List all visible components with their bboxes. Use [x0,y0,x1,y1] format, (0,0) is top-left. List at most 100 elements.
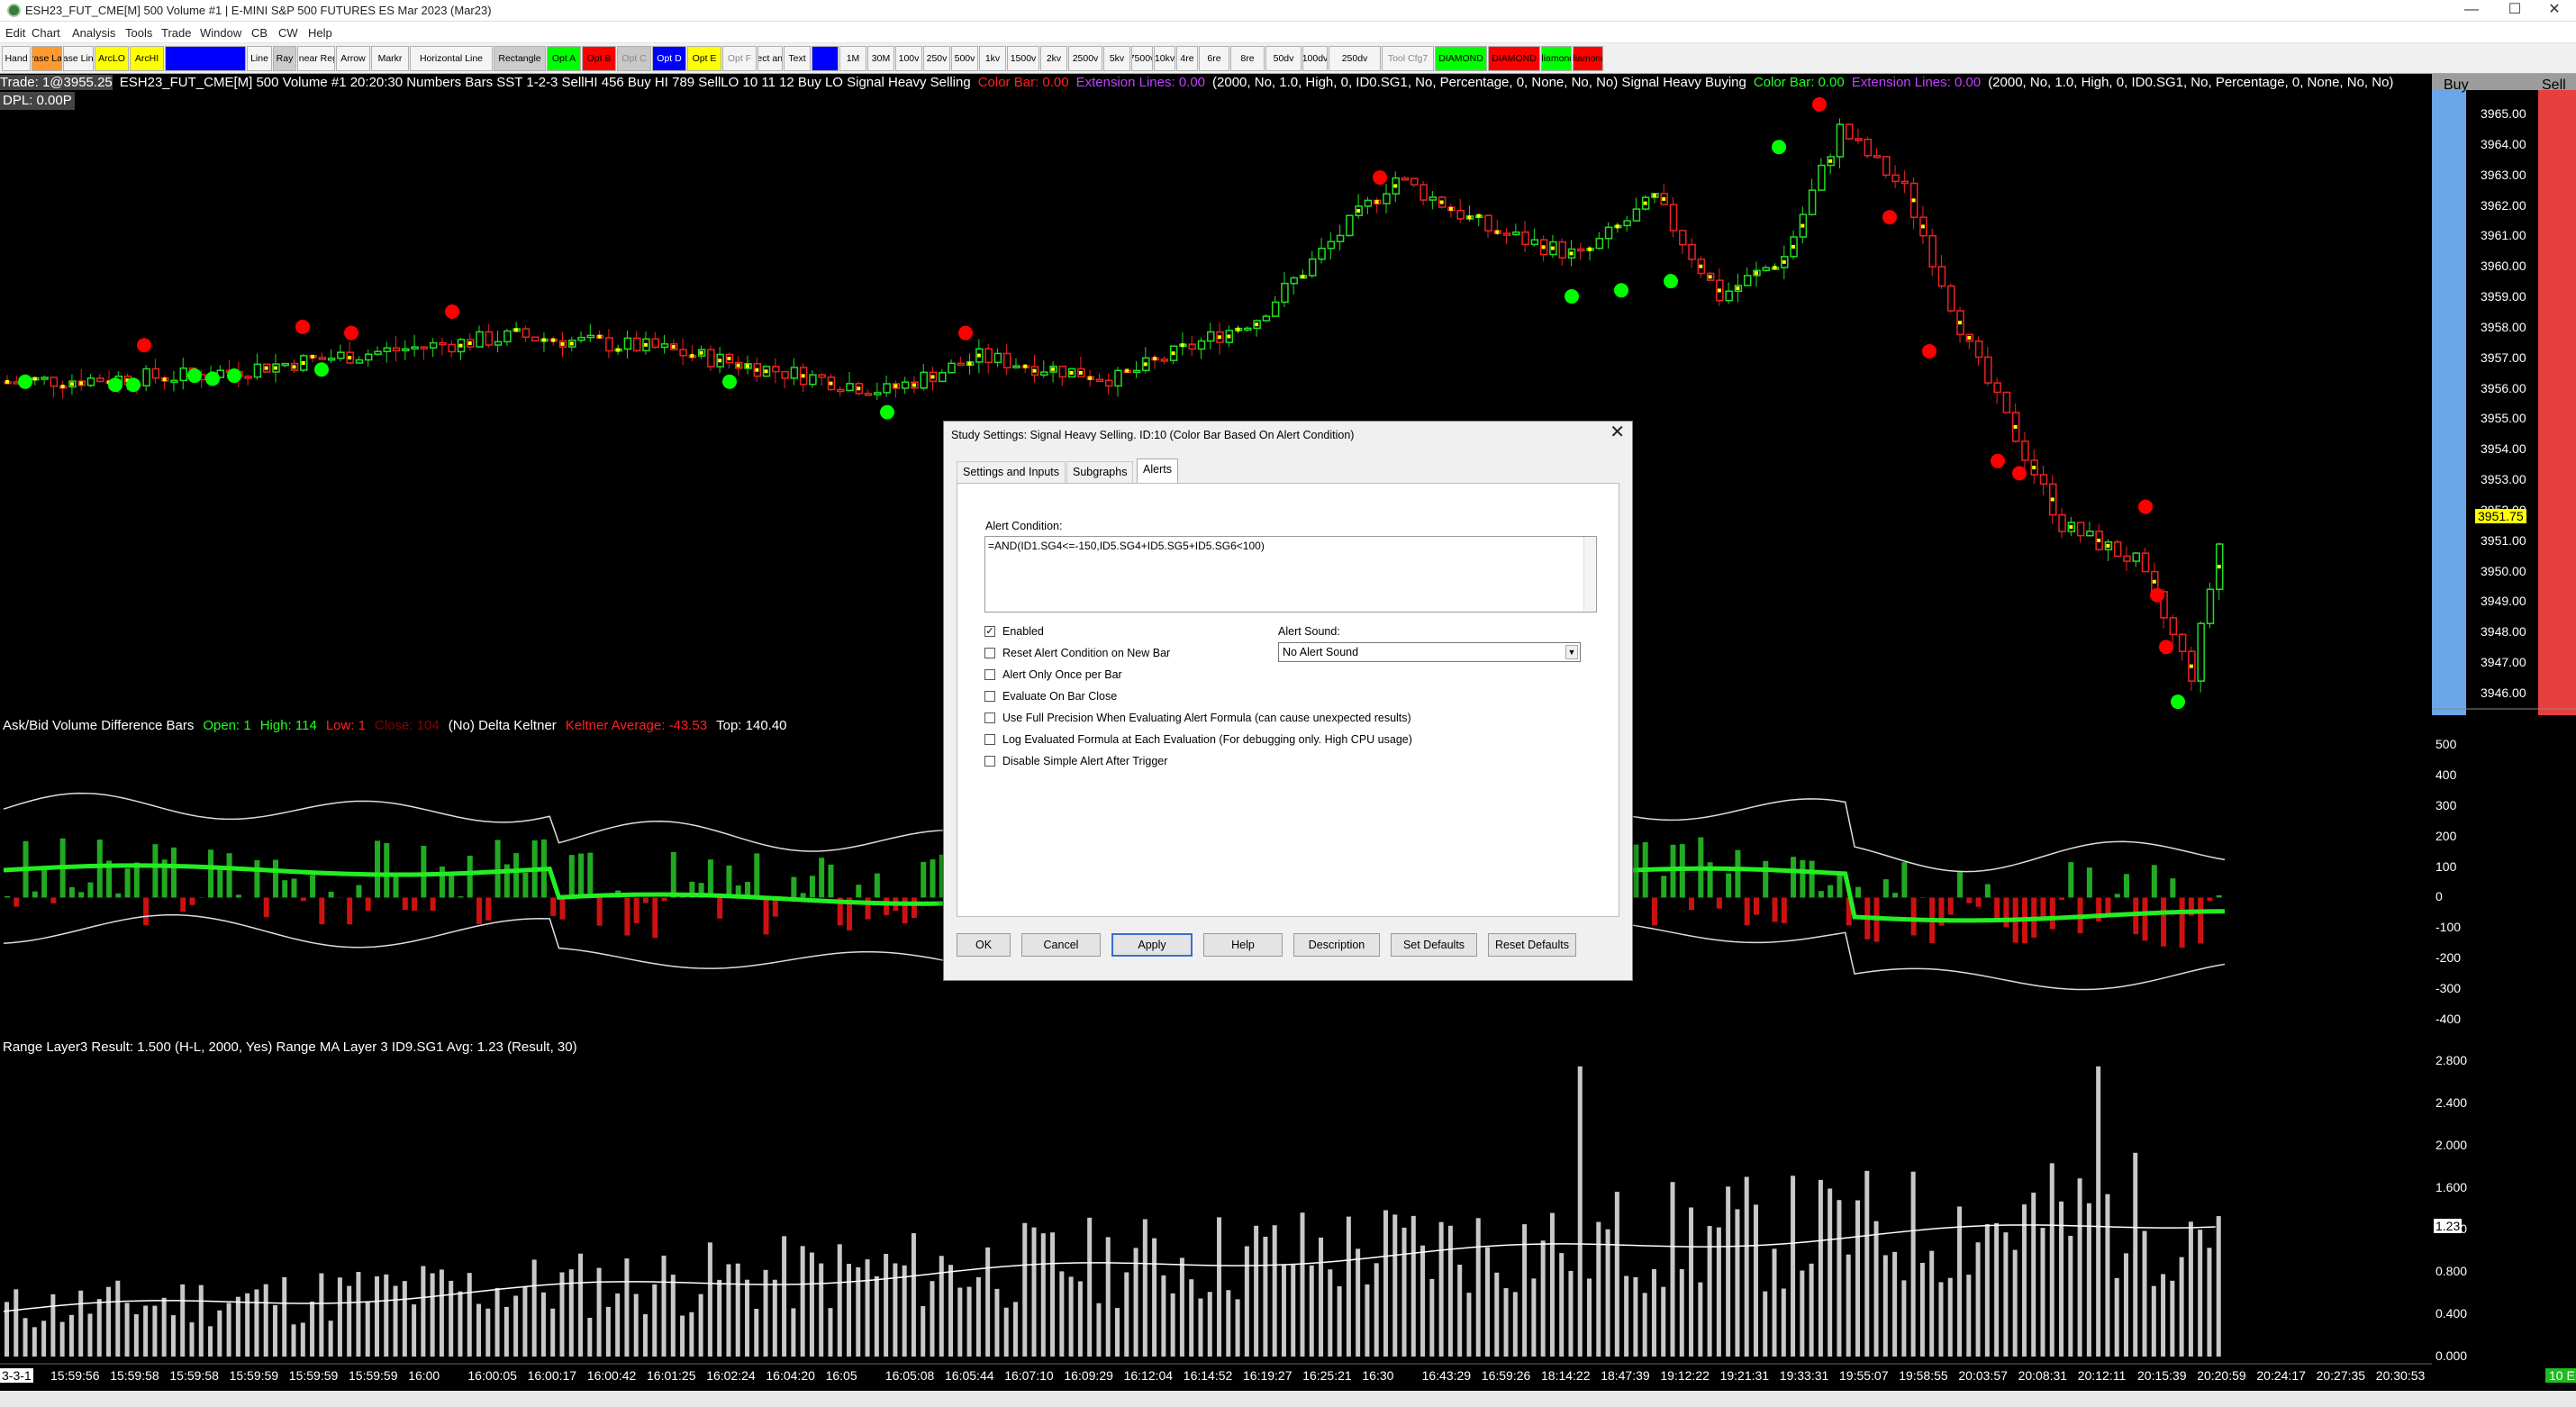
toolbar-button-250dv[interactable]: 250dv [1329,46,1381,71]
tab-subgraphs[interactable]: Subgraphs [1066,461,1134,483]
delta-bar [1772,897,1778,922]
sell-label[interactable]: Sell [2542,77,2566,94]
menu-trade[interactable]: Trade [161,26,191,40]
toolbar-button-1500v[interactable]: 1500v [1007,46,1039,71]
dialog-close-button[interactable]: ✕ [1610,423,1625,441]
toolbar-button-2kv[interactable]: 2kv [1040,46,1067,71]
apply-button[interactable]: Apply [1111,933,1193,957]
toolbar-button-erase-lines[interactable]: Erase Lines [63,46,94,71]
toolbar-button-linear-regr[interactable]: Linear Regr [297,46,335,71]
time-label: 16:00:42 [586,1368,637,1383]
tab-alerts[interactable]: Alerts [1137,458,1178,484]
toolbar-button-opt-f[interactable]: Opt F [722,46,757,71]
toolbar-button-horizontal-line[interactable]: Horizontal Line [410,46,493,71]
price-bar [1632,208,1641,222]
range-bar [1263,1236,1268,1357]
toolbar-button-diamond[interactable]: diamond [1573,46,1603,71]
delta-bar [1975,897,1982,907]
toolbar-button-toolbar[interactable]: Toolbar [812,46,839,71]
horizontal-scrollbar[interactable] [0,1391,2576,1407]
ok-button[interactable]: OK [957,933,1011,957]
toolbar-button-ray[interactable]: Ray [273,46,296,71]
alert-condition-input[interactable]: =AND(ID1.SG4<=-150,ID5.SG4+ID5.SG5+ID5.S… [984,536,1597,613]
toolbar-button-7500v[interactable]: 7500v [1131,46,1153,71]
tab-settings-and-inputs[interactable]: Settings and Inputs [957,461,1066,483]
menu-cb[interactable]: CB [251,26,268,40]
alert-once-checkbox[interactable]: Alert Only Once per Bar [984,668,1122,681]
toolbar-button-diamond[interactable]: DIAMOND [1488,46,1540,71]
toolbar-button-toggle-bar-ptrn[interactable]: Toggle Bar Ptrn [165,46,246,71]
enabled-checkbox[interactable]: ✓ Enabled [984,625,1044,638]
set-defaults-button[interactable]: Set Defaults [1391,933,1477,957]
delta-bar [282,880,288,898]
buy-label[interactable]: Buy [2444,77,2469,94]
menu-analysis[interactable]: Analysis [72,26,115,40]
toolbar-button-hand[interactable]: Hand [2,46,31,71]
toolbar-button-8re[interactable]: 8re [1230,46,1265,71]
maximize-button[interactable]: ☐ [2495,0,2535,22]
menu-window[interactable]: Window [200,26,241,40]
toolbar-button-50dv[interactable]: 50dv [1265,46,1302,71]
alert-sound-select[interactable]: No Alert Sound ▼ [1278,642,1581,662]
toolbar-button-archi[interactable]: ArcHI [130,46,164,71]
toolbar-button-arrow[interactable]: Arrow [336,46,370,71]
toolbar-button-opt-a[interactable]: Opt A [547,46,581,71]
toolbar-button-4re[interactable]: 4re [1176,46,1198,71]
close-window-button[interactable]: ✕ [2535,0,2574,22]
toolbar-button-line[interactable]: Line [247,46,272,71]
toolbar-button-tool-cfg7[interactable]: Tool Cfg7 [1382,46,1434,71]
delta-bar [115,893,122,898]
range-bar [1531,1278,1537,1357]
toolbar-button-text[interactable]: Text [784,46,811,71]
toolbar-button-500v[interactable]: 500v [951,46,978,71]
evaluate-on-close-checkbox[interactable]: Evaluate On Bar Close [984,690,1117,703]
signal-circle [1772,140,1786,155]
description-button[interactable]: Description [1293,933,1380,957]
toolbar-button-rect-angl[interactable]: Rect angl [757,46,783,71]
help-button[interactable]: Help [1203,933,1283,957]
range-bar [402,1281,407,1357]
menu-cw[interactable]: CW [278,26,298,40]
menu-edit[interactable]: Edit [5,26,25,40]
menu-tools[interactable]: Tools [125,26,152,40]
toolbar-button-diamond[interactable]: diamond [1541,46,1572,71]
toolbar-button-opt-d[interactable]: Opt D [652,46,686,71]
toolbar-button-2500v[interactable]: 2500v [1068,46,1102,71]
toolbar-button-rectangle[interactable]: Rectangle [494,46,546,71]
reset-defaults-button[interactable]: Reset Defaults [1488,933,1576,957]
toolbar-button-30m[interactable]: 30M [867,46,894,71]
toolbar-button-diamond[interactable]: DIAMOND [1435,46,1487,71]
delta-bar [2059,897,2065,901]
toolbar-button-10kv[interactable]: 10kv [1154,46,1175,71]
reset-alert-checkbox[interactable]: Reset Alert Condition on New Bar [984,647,1170,659]
delta-bar [263,897,269,918]
toolbar-button-arclo[interactable]: ArcLO [95,46,129,71]
minimize-button[interactable]: — [2452,0,2491,22]
toolbar-button-6re[interactable]: 6re [1199,46,1229,71]
range-bar [1984,1224,1990,1357]
delta-bar [14,897,20,907]
toolbar-button-250v[interactable]: 250v [923,46,950,71]
price-tick: 3963.00 [2481,167,2526,182]
toolbar-button-opt-b[interactable]: Opt B [582,46,616,71]
cancel-button[interactable]: Cancel [1021,933,1101,957]
condition-scrollbar[interactable] [1583,537,1596,612]
toolbar-button-erase-last[interactable]: Erase Last [32,46,62,71]
log-formula-checkbox[interactable]: Log Evaluated Formula at Each Evaluation… [984,733,1412,746]
disable-simple-alert-checkbox[interactable]: Disable Simple Alert After Trigger [984,755,1167,767]
toolbar-button-1kv[interactable]: 1kv [979,46,1006,71]
toolbar-button-1m[interactable]: 1M [839,46,866,71]
full-precision-checkbox[interactable]: Use Full Precision When Evaluating Alert… [984,712,1411,724]
toolbar-button-opt-c[interactable]: Opt C [617,46,651,71]
range-bar [847,1264,852,1357]
menu-chart[interactable]: Chart [32,26,60,40]
toolbar-button-markr[interactable]: Markr [371,46,409,71]
toolbar-button-opt-e[interactable]: Opt E [687,46,721,71]
toolbar-button-100v[interactable]: 100v [895,46,922,71]
signal-dot [1791,244,1796,249]
menu-help[interactable]: Help [308,26,332,40]
toolbar-button-100dv[interactable]: 100dv [1302,46,1328,71]
toolbar-button-5kv[interactable]: 5kv [1103,46,1130,71]
signal-dot [348,356,352,360]
time-label: 15:59:56 [50,1368,100,1383]
